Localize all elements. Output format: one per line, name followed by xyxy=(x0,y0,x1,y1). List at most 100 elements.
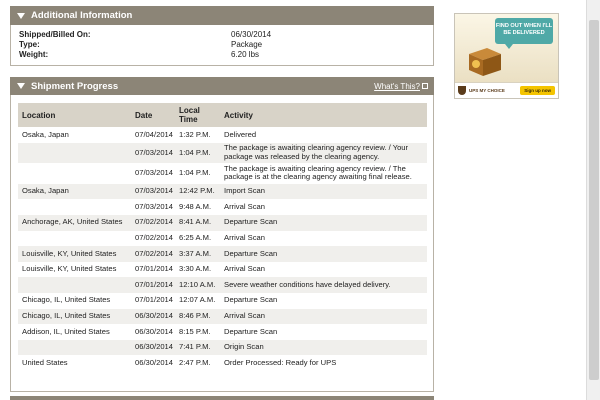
collapse-triangle-icon[interactable] xyxy=(17,12,25,19)
vertical-scrollbar[interactable] xyxy=(586,0,600,400)
shipment-progress-title: Shipment Progress xyxy=(31,80,119,92)
external-window-icon xyxy=(422,83,428,89)
date-cell: 07/02/2014 xyxy=(135,217,174,227)
info-label: Weight: xyxy=(19,50,49,59)
activity-cell: The package is awaiting clearing agency … xyxy=(224,143,409,161)
shipment-progress-header[interactable]: Shipment Progress What's This? xyxy=(10,77,434,95)
table-row: Louisville, KY, United States 07/01/2014 3… xyxy=(18,262,427,278)
local-time-cell: 2:47 P.M. xyxy=(179,357,211,367)
date-cell: 07/01/2014 xyxy=(135,264,174,274)
activity-cell: Arrival Scan xyxy=(224,233,265,243)
table-row: 07/01/2014 12:10 A.M. Severe weather condi… xyxy=(18,277,427,293)
collapse-triangle-icon[interactable] xyxy=(17,83,25,89)
local-time-cell: 3:37 A.M. xyxy=(179,248,212,258)
activity-cell: Import Scan xyxy=(224,186,265,196)
info-row-type: Type: Package xyxy=(19,40,425,50)
date-cell: 07/01/2014 xyxy=(135,279,174,289)
local-time-cell: 8:41 A.M. xyxy=(179,217,212,227)
date-cell: 06/30/2014 xyxy=(135,357,174,367)
whats-this-label: What's This? xyxy=(374,81,420,91)
local-time-cell: 9:48 A.M. xyxy=(179,201,212,211)
date-cell: 07/03/2014 xyxy=(135,168,174,178)
activity-cell: Departure Scan xyxy=(224,248,278,258)
panel-bottom-border xyxy=(10,396,434,400)
location-cell: Chicago, IL, United States xyxy=(22,295,111,305)
additional-information-header[interactable]: Additional Information xyxy=(10,6,434,25)
activity-cell: Delivered xyxy=(224,129,257,139)
scrollbar-thumb[interactable] xyxy=(589,20,599,380)
additional-information-panel: Additional Information Shipped/Billed On… xyxy=(10,6,434,66)
additional-information-body: Shipped/Billed On: 06/30/2014 Type: Pack… xyxy=(10,25,434,66)
date-cell: 07/03/2014 xyxy=(135,147,174,157)
location-cell: Louisville, KY, United States xyxy=(22,248,117,258)
promo-headline: FIND OUT WHEN I'LL BE DELIVERED xyxy=(495,18,553,49)
ups-my-choice-promo[interactable]: FIND OUT WHEN I'LL BE DELIVERED UPS MY C… xyxy=(454,13,559,99)
shipment-progress-table: Location Date Local Time Activity Osaka,… xyxy=(18,103,427,371)
local-time-cell: 6:25 A.M. xyxy=(179,233,212,243)
location-cell: Addison, IL, United States xyxy=(22,326,110,336)
activity-cell: Origin Scan xyxy=(224,342,264,352)
activity-cell: Order Processed: Ready for UPS xyxy=(224,357,337,367)
date-cell: 07/01/2014 xyxy=(135,295,174,305)
local-time-cell: 12:42 P.M. xyxy=(179,186,215,196)
activity-cell: Arrival Scan xyxy=(224,311,265,321)
column-header-activity: Activity xyxy=(224,110,253,120)
table-row: Louisville, KY, United States 07/02/2014 3… xyxy=(18,246,427,262)
additional-information-title: Additional Information xyxy=(31,10,133,21)
table-row: United States 06/30/2014 2:47 P.M. Order Pr… xyxy=(18,355,427,371)
date-cell: 06/30/2014 xyxy=(135,326,174,336)
date-cell: 07/02/2014 xyxy=(135,233,174,243)
location-cell xyxy=(18,199,131,215)
location-cell xyxy=(18,143,131,164)
table-row: 06/30/2014 7:41 P.M. Origin Scan xyxy=(18,339,427,356)
location-cell: Chicago, IL, United States xyxy=(22,311,111,321)
local-time-cell: 8:46 P.M. xyxy=(179,311,211,321)
local-time-cell: 8:15 P.M. xyxy=(179,326,211,336)
table-row: Chicago, IL, United States 06/30/2014 8:46… xyxy=(18,308,427,325)
local-time-cell: 1:04 P.M. xyxy=(179,168,211,178)
activity-cell: Departure Scan xyxy=(224,326,278,336)
activity-cell: Departure Scan xyxy=(224,217,278,227)
info-value: 06/30/2014 xyxy=(231,30,272,39)
location-cell: Louisville, KY, United States xyxy=(22,264,117,274)
promo-art: FIND OUT WHEN I'LL BE DELIVERED xyxy=(455,14,558,84)
activity-cell: Severe weather conditions have delayed d… xyxy=(224,279,391,289)
shipment-progress-rows: Osaka, Japan 07/04/2014 1:32 P.M. Delivered… xyxy=(18,127,427,371)
date-cell: 07/03/2014 xyxy=(135,186,174,196)
activity-cell: Arrival Scan xyxy=(224,201,265,211)
column-header-date: Date xyxy=(135,110,153,120)
table-row: Osaka, Japan 07/04/2014 1:32 P.M. Delivered xyxy=(18,127,427,143)
column-header-location: Location xyxy=(22,110,56,120)
activity-cell: Departure Scan xyxy=(224,295,278,305)
table-row: 07/02/2014 6:25 A.M. Arrival Scan xyxy=(18,231,427,247)
ups-shield-icon xyxy=(458,86,466,95)
info-row-weight: Weight: 6.20 lbs xyxy=(19,50,425,60)
date-cell: 07/03/2014 xyxy=(135,201,174,211)
table-row: Addison, IL, United States 06/30/2014 8:15… xyxy=(18,324,427,340)
date-cell: 07/04/2014 xyxy=(135,129,174,139)
table-row: Osaka, Japan 07/03/2014 12:42 P.M. Import S… xyxy=(18,183,427,200)
local-time-cell: 7:41 P.M. xyxy=(179,342,211,352)
date-cell: 06/30/2014 xyxy=(135,311,174,321)
local-time-cell: 12:10 A.M. xyxy=(179,279,216,289)
package-box-icon xyxy=(469,48,501,76)
location-cell xyxy=(18,277,131,293)
location-cell xyxy=(18,231,131,247)
location-cell xyxy=(18,340,131,356)
table-row: Chicago, IL, United States 07/01/2014 12:0… xyxy=(18,293,427,309)
activity-cell: Arrival Scan xyxy=(224,264,265,274)
column-header-local-time: Local Time xyxy=(179,106,200,124)
shipment-progress-panel: Shipment Progress What's This? Location … xyxy=(10,77,434,392)
shipment-progress-title-wrap: Shipment Progress xyxy=(10,81,118,92)
info-value: Package xyxy=(231,40,263,49)
location-cell xyxy=(18,163,131,184)
whats-this-link[interactable]: What's This? xyxy=(374,82,428,91)
table-row: 07/03/2014 1:04 P.M. The package is awaiti… xyxy=(18,163,427,184)
sign-up-button[interactable]: Sign up now xyxy=(520,86,555,95)
local-time-cell: 1:32 P.M. xyxy=(179,129,211,139)
table-row: Anchorage, AK, United States 07/02/2014 8:… xyxy=(18,214,427,231)
shipment-progress-body: Location Date Local Time Activity Osaka,… xyxy=(10,95,434,392)
info-label: Shipped/Billed On: xyxy=(19,30,91,39)
info-row-shipped: Shipped/Billed On: 06/30/2014 xyxy=(19,30,425,40)
promo-brand: UPS MY CHOICE xyxy=(469,88,505,93)
